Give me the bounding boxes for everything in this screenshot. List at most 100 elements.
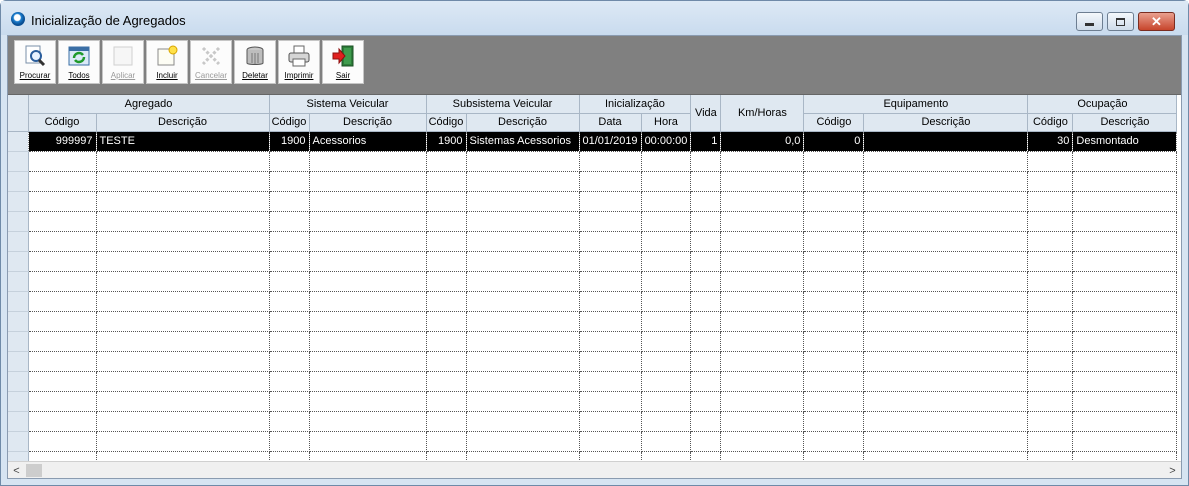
column-header-ag-codigo[interactable]: Código bbox=[28, 113, 97, 132]
grid-cell[interactable] bbox=[269, 391, 310, 412]
cell-hora[interactable]: 00:00:00 bbox=[641, 131, 692, 152]
grid-cell[interactable] bbox=[1072, 211, 1178, 232]
grid-cell[interactable] bbox=[96, 371, 270, 392]
grid-cell[interactable] bbox=[466, 391, 580, 412]
grid-cell[interactable] bbox=[1072, 311, 1178, 332]
row-indicator[interactable] bbox=[8, 371, 29, 392]
grid-cell[interactable] bbox=[720, 191, 805, 212]
grid-cell[interactable] bbox=[309, 431, 427, 452]
grid-cell[interactable] bbox=[1027, 231, 1074, 252]
grid-cell[interactable] bbox=[1027, 211, 1074, 232]
show-all-button[interactable]: Todos bbox=[58, 40, 100, 84]
grid-cell[interactable] bbox=[579, 371, 642, 392]
grid-cell[interactable] bbox=[863, 251, 1029, 272]
grid-cell[interactable] bbox=[641, 251, 692, 272]
grid-cell[interactable] bbox=[466, 351, 580, 372]
grid-cell[interactable] bbox=[641, 271, 692, 292]
grid-cell[interactable] bbox=[28, 171, 97, 192]
grid-cell[interactable] bbox=[803, 351, 865, 372]
column-header-sis-codigo[interactable]: Código bbox=[269, 113, 310, 132]
grid-cell[interactable] bbox=[466, 331, 580, 352]
row-indicator[interactable] bbox=[8, 351, 29, 372]
grid-cell[interactable] bbox=[426, 431, 467, 452]
grid-cell[interactable] bbox=[863, 271, 1029, 292]
grid-cell[interactable] bbox=[1072, 351, 1178, 372]
column-header-vida[interactable]: Vida bbox=[690, 95, 722, 132]
column-header-sub-descricao[interactable]: Descrição bbox=[466, 113, 580, 132]
grid-cell[interactable] bbox=[309, 311, 427, 332]
grid-cell[interactable] bbox=[426, 151, 467, 172]
grid-cell[interactable] bbox=[863, 311, 1029, 332]
grid-cell[interactable] bbox=[720, 371, 805, 392]
column-header-eq-descricao[interactable]: Descrição bbox=[863, 113, 1029, 132]
grid-cell[interactable] bbox=[803, 411, 865, 432]
grid-cell[interactable] bbox=[1027, 191, 1074, 212]
grid-cell[interactable] bbox=[426, 211, 467, 232]
grid-cell[interactable] bbox=[466, 431, 580, 452]
grid-cell[interactable] bbox=[720, 211, 805, 232]
grid-cell[interactable] bbox=[28, 411, 97, 432]
grid-cell[interactable] bbox=[28, 451, 97, 461]
grid-cell[interactable] bbox=[579, 451, 642, 461]
grid-cell[interactable] bbox=[720, 271, 805, 292]
row-indicator[interactable] bbox=[8, 231, 29, 252]
grid-cell[interactable] bbox=[803, 331, 865, 352]
grid-cell[interactable] bbox=[96, 211, 270, 232]
grid-cell[interactable] bbox=[1027, 451, 1074, 461]
grid-cell[interactable] bbox=[1027, 391, 1074, 412]
grid-cell[interactable] bbox=[269, 411, 310, 432]
grid-cell[interactable] bbox=[1027, 331, 1074, 352]
grid-cell[interactable] bbox=[579, 291, 642, 312]
grid-cell[interactable] bbox=[690, 351, 722, 372]
grid-cell[interactable] bbox=[579, 211, 642, 232]
grid-cell[interactable] bbox=[28, 251, 97, 272]
grid-cell[interactable] bbox=[579, 311, 642, 332]
row-indicator[interactable] bbox=[8, 451, 29, 461]
grid-cell[interactable] bbox=[720, 291, 805, 312]
table-row[interactable] bbox=[8, 391, 1178, 412]
row-indicator[interactable] bbox=[8, 191, 29, 212]
grid-cell[interactable] bbox=[641, 291, 692, 312]
grid-cell[interactable] bbox=[690, 331, 722, 352]
minimize-button[interactable] bbox=[1076, 12, 1103, 31]
grid-cell[interactable] bbox=[641, 371, 692, 392]
cell-oc-descricao[interactable]: Desmontado bbox=[1072, 131, 1178, 152]
grid-cell[interactable] bbox=[641, 431, 692, 452]
grid-cell[interactable] bbox=[466, 371, 580, 392]
grid-cell[interactable] bbox=[466, 251, 580, 272]
grid-cell[interactable] bbox=[690, 371, 722, 392]
cell-kmhoras[interactable]: 0,0 bbox=[720, 131, 805, 152]
grid-cell[interactable] bbox=[863, 451, 1029, 461]
grid-cell[interactable] bbox=[1027, 411, 1074, 432]
table-row[interactable] bbox=[8, 251, 1178, 272]
grid-cell[interactable] bbox=[641, 351, 692, 372]
cell-sis-codigo[interactable]: 1900 bbox=[269, 131, 310, 152]
grid-cell[interactable] bbox=[803, 191, 865, 212]
grid-cell[interactable] bbox=[269, 451, 310, 461]
grid-cell[interactable] bbox=[269, 331, 310, 352]
grid-cell[interactable] bbox=[426, 391, 467, 412]
grid-cell[interactable] bbox=[863, 351, 1029, 372]
grid-cell[interactable] bbox=[1027, 271, 1074, 292]
apply-button[interactable]: Aplicar bbox=[102, 40, 144, 84]
grid-cell[interactable] bbox=[579, 331, 642, 352]
table-row[interactable] bbox=[8, 291, 1178, 312]
grid-cell[interactable] bbox=[309, 411, 427, 432]
grid-cell[interactable] bbox=[720, 231, 805, 252]
grid-cell[interactable] bbox=[1072, 271, 1178, 292]
column-header-sub-codigo[interactable]: Código bbox=[426, 113, 467, 132]
grid-cell[interactable] bbox=[426, 291, 467, 312]
grid-cell[interactable] bbox=[96, 251, 270, 272]
grid-cell[interactable] bbox=[803, 291, 865, 312]
grid-cell[interactable] bbox=[426, 311, 467, 332]
grid-cell[interactable] bbox=[28, 431, 97, 452]
grid-cell[interactable] bbox=[269, 251, 310, 272]
grid-cell[interactable] bbox=[863, 191, 1029, 212]
grid-cell[interactable] bbox=[96, 391, 270, 412]
grid-cell[interactable] bbox=[269, 271, 310, 292]
grid-cell[interactable] bbox=[96, 411, 270, 432]
grid-cell[interactable] bbox=[641, 391, 692, 412]
grid-cell[interactable] bbox=[720, 351, 805, 372]
grid-cell[interactable] bbox=[803, 211, 865, 232]
cancel-button[interactable]: Cancelar bbox=[190, 40, 232, 84]
